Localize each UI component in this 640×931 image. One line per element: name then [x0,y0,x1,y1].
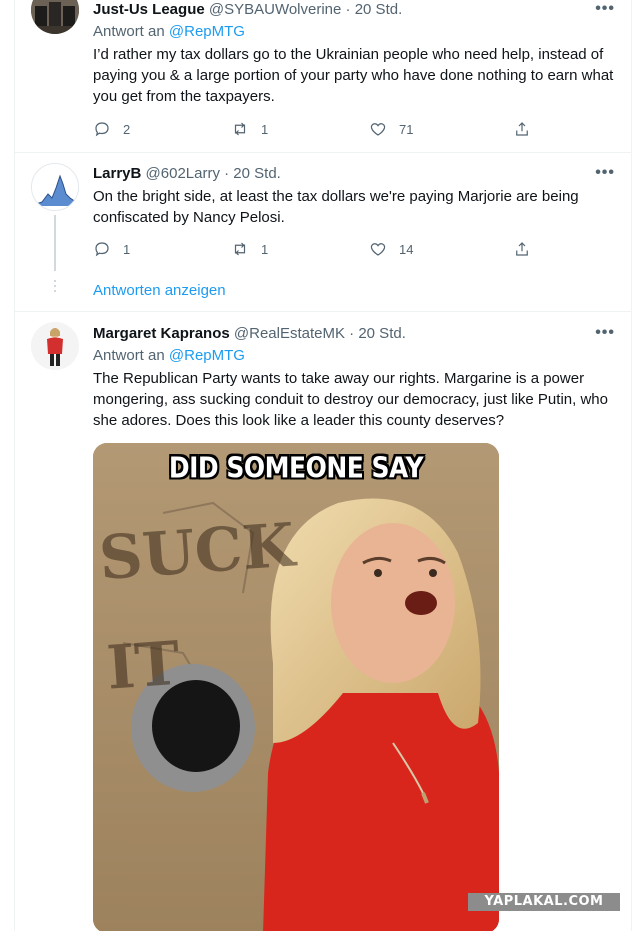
like-count: 14 [399,241,414,257]
avatar-image [32,164,78,210]
reply-icon [95,242,109,257]
retweet-button[interactable]: 1 [231,120,268,138]
share-button[interactable] [513,240,531,258]
author-handle[interactable]: @602Larry [146,165,220,182]
like-count: 71 [399,121,414,137]
reply-count: 2 [123,121,131,137]
retweet-count: 1 [261,121,269,137]
reply-prefix: Antwort an [93,23,165,40]
show-replies-link[interactable]: Antworten anzeigen [93,282,226,299]
tweet-time[interactable]: · 20 Std. [349,325,406,342]
share-icon [516,122,528,136]
tweet-header: Just-Us League @SYBAUWolverine · 20 Std. [93,1,402,19]
tweet-actions: 2 1 71 [93,120,553,140]
tweet-margaret-kapranos[interactable]: Margaret Kapranos @RealEstateMK · 20 Std… [15,312,631,931]
timeline: Just-Us League @SYBAUWolverine · 20 Std.… [14,0,632,931]
avatar[interactable] [31,0,79,34]
like-icon [370,123,386,136]
more-options-icon[interactable]: ••• [595,0,615,18]
avatar-image [31,322,79,370]
more-options-icon[interactable]: ••• [595,164,615,182]
thread-line [54,215,56,271]
tweet-media-image[interactable]: DID SOMEONE SAY SUCK IT [93,443,499,931]
more-options-icon[interactable]: ••• [595,324,615,342]
like-button[interactable]: 71 [369,120,413,138]
retweet-icon [234,242,246,256]
retweet-icon [234,122,246,136]
thread-dots [54,280,56,295]
avatar[interactable] [31,163,79,211]
tweet-time[interactable]: · 20 Std. [224,165,281,182]
retweet-count: 1 [261,241,269,257]
author-handle[interactable]: @SYBAUWolverine [209,1,342,18]
reply-prefix: Antwort an [93,347,165,364]
like-icon [370,243,386,256]
avatar-image [31,0,79,34]
reply-button[interactable]: 1 [93,240,130,258]
avatar[interactable] [31,322,79,370]
tweet-time[interactable]: · 20 Std. [346,1,403,18]
reply-count: 1 [123,241,131,257]
tweet-text: The Republican Party wants to take away … [93,370,608,429]
reply-context: Antwort an @RepMTG [93,23,245,40]
share-icon [516,242,528,256]
author-name[interactable]: Margaret Kapranos [93,325,230,342]
author-name[interactable]: Just-Us League [93,1,205,18]
meme-caption: DID SOMEONE SAY [168,450,424,485]
tweet-text: On the bright side, at least the tax dol… [93,188,579,226]
tweet-text: I’d rather my tax dollars go to the Ukra… [93,46,614,105]
reply-button[interactable]: 2 [93,120,130,138]
tweet-header: Margaret Kapranos @RealEstateMK · 20 Std… [93,325,406,343]
tweet-just-us-league[interactable]: Just-Us League @SYBAUWolverine · 20 Std.… [15,0,631,152]
share-button[interactable] [513,120,531,138]
like-button[interactable]: 14 [369,240,413,258]
tweet-header: LarryB @602Larry · 20 Std. [93,165,281,183]
reply-target-link[interactable]: @RepMTG [169,347,245,364]
watermark: YAPLAKAL.COM [468,893,620,911]
tweet-actions: 1 1 14 [93,240,553,260]
reply-context: Antwort an @RepMTG [93,347,245,364]
author-handle[interactable]: @RealEstateMK [234,325,345,342]
author-name[interactable]: LarryB [93,165,141,182]
reply-icon [95,122,109,137]
meme-wall-text: SUCK IT [96,510,297,704]
reply-target-link[interactable]: @RepMTG [169,23,245,40]
retweet-button[interactable]: 1 [231,240,268,258]
tweet-larryb[interactable]: LarryB @602Larry · 20 Std. ••• On the br… [15,153,631,311]
